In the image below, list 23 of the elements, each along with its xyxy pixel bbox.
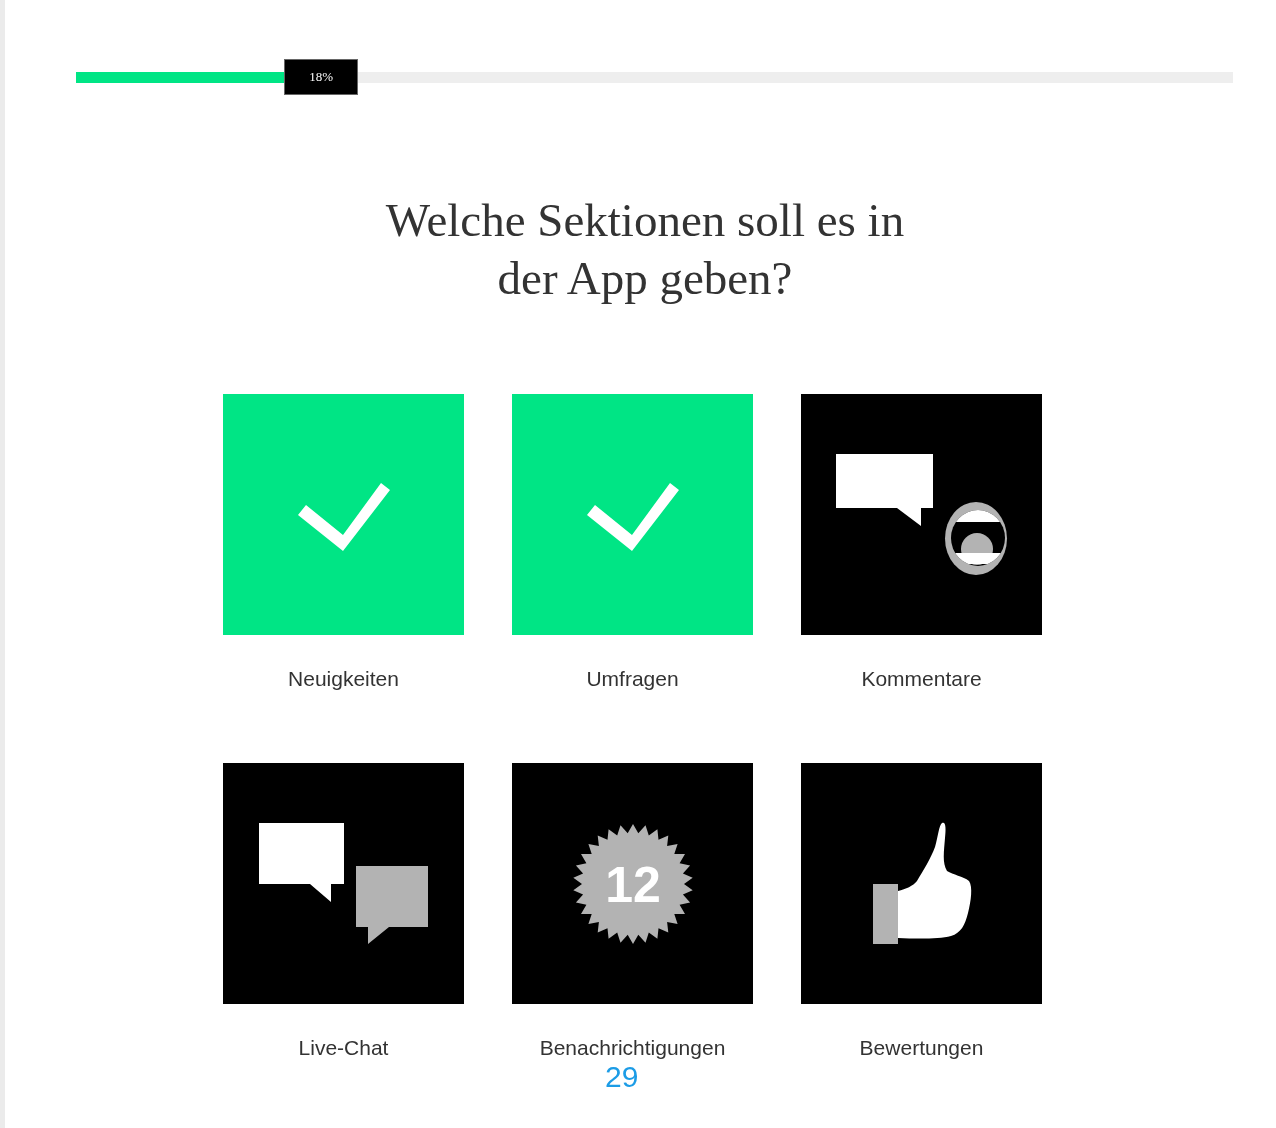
speech-bubble-icon [259,823,344,902]
option-tile[interactable] [801,763,1042,1004]
option-label: Umfragen [586,667,679,691]
progress-label: 18% [284,59,359,95]
check-icon [298,483,390,551]
thumbs-up-icon [873,822,972,944]
speech-bubble-icon [356,866,428,944]
option-label: Benachrichtigungen [539,1036,726,1060]
option-label: Neuigkeiten [288,667,399,691]
option-tile[interactable] [223,763,464,1004]
option-label: Kommentare [861,667,982,691]
number-overlay: 29 [605,1062,639,1092]
option-tile[interactable] [223,394,464,635]
option-label: Bewertungen [859,1036,984,1060]
page-title: Welche Sektionen soll es in der App geben? [384,193,906,306]
option-tile[interactable] [512,394,753,635]
check-icon [587,483,679,551]
mouth-icon [945,502,1007,575]
option-label: Live-Chat [298,1036,389,1060]
speech-bubble-icon [836,454,933,526]
option-tile[interactable] [801,394,1042,635]
option-tile[interactable]: 12 [512,763,753,1004]
count-badge: 12 [573,824,693,944]
